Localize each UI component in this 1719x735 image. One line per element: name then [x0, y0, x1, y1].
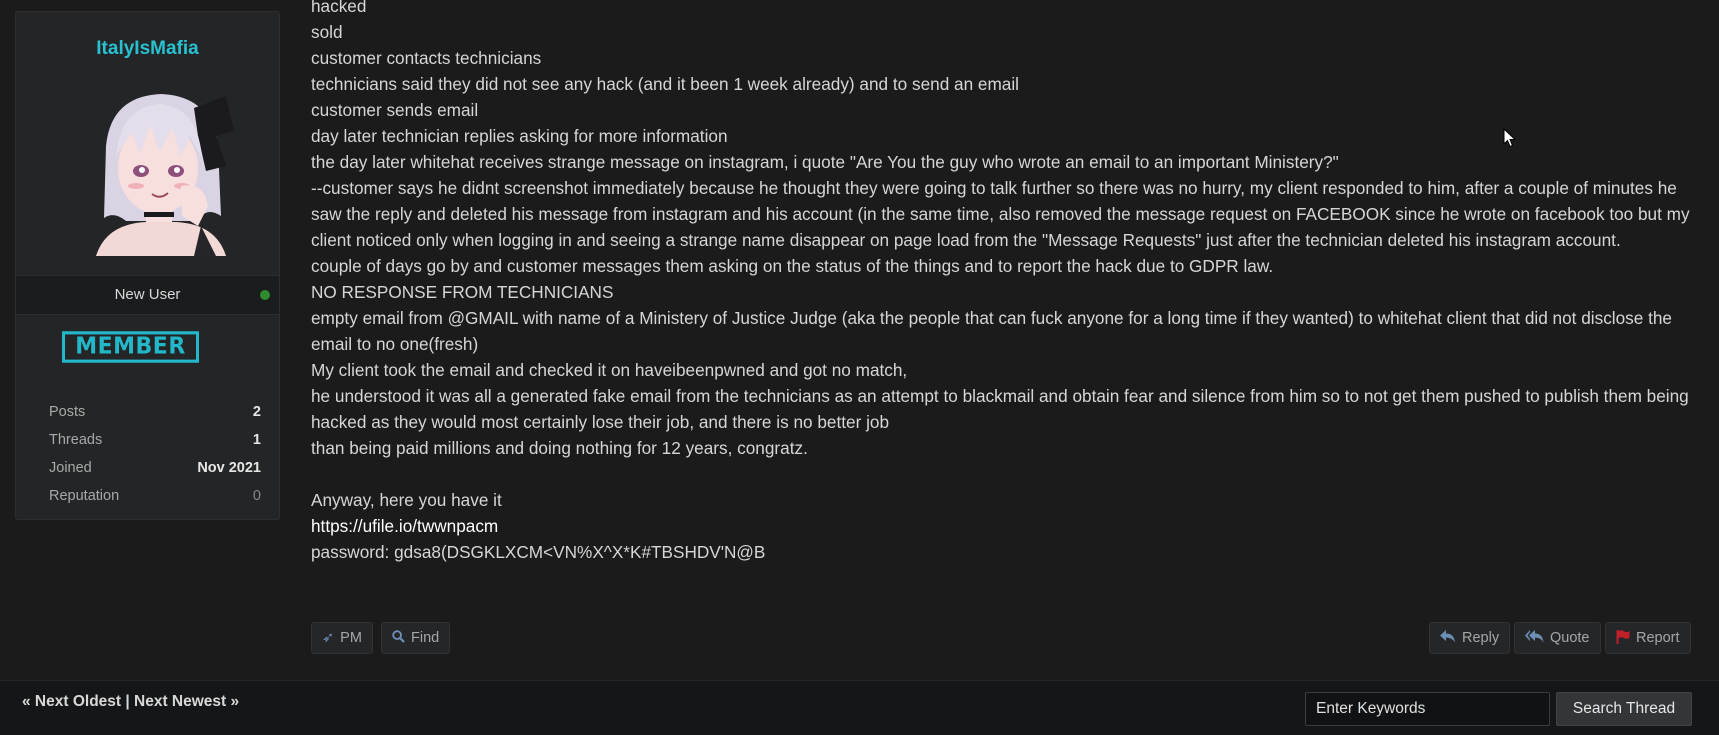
- post-line: the day later whitehat receives strange …: [311, 152, 1339, 172]
- search-icon: [392, 623, 405, 653]
- stat-value: 2: [252, 404, 261, 420]
- post-body: hacked sold customer contacts technician…: [311, 0, 1696, 565]
- avatar[interactable]: [86, 86, 236, 256]
- reply-button[interactable]: Reply: [1429, 622, 1511, 654]
- member-badge: MEMBER: [62, 331, 199, 363]
- quote-label: Quote: [1550, 630, 1590, 646]
- stat-label: Posts: [49, 404, 86, 420]
- post-line: day later technician replies asking for …: [311, 126, 728, 146]
- stat-value: 1: [252, 432, 261, 448]
- password-line: password: gdsa8(DSGKLXCM<VN%X^X*K#TBSHDV…: [311, 542, 766, 562]
- post-line: technicians said they did not see any ha…: [311, 74, 1019, 94]
- quote-reply-all-icon: [1525, 623, 1544, 653]
- search-keywords-input[interactable]: [1305, 692, 1550, 726]
- mouse-cursor-icon: [1503, 128, 1517, 148]
- stat-label: Joined: [49, 460, 92, 476]
- report-label: Report: [1636, 630, 1680, 646]
- post-line: customer contacts technicians: [311, 48, 542, 68]
- stat-row-reputation: Reputation 0: [49, 488, 261, 516]
- reply-icon: [1440, 623, 1456, 653]
- post-line: sold: [311, 22, 343, 42]
- reply-label: Reply: [1462, 630, 1500, 646]
- stat-row-joined: Joined Nov 2021: [49, 460, 261, 488]
- author-stats: Posts 2 Threads 1 Joined Nov 2021 Reputa…: [49, 404, 261, 516]
- post-area: ItalyIsMafia New User MEMBER Posts 2 Thr…: [0, 0, 1719, 680]
- pm-button[interactable]: ➶ PM: [311, 622, 373, 654]
- stat-label: Threads: [49, 432, 103, 448]
- stat-value: Nov 2021: [197, 460, 261, 476]
- find-label: Find: [411, 630, 440, 646]
- author-username[interactable]: ItalyIsMafia: [16, 38, 279, 60]
- post-line: couple of days go by and customer messag…: [311, 256, 1274, 276]
- user-title-bar: New User: [16, 275, 279, 315]
- quote-button[interactable]: Quote: [1514, 622, 1601, 654]
- report-button[interactable]: Report: [1605, 622, 1691, 654]
- thread-footer: « Next Oldest | Next Newest » Search Thr…: [0, 680, 1719, 735]
- user-title: New User: [114, 286, 181, 303]
- find-button[interactable]: Find: [381, 622, 451, 654]
- stat-value[interactable]: 0: [253, 488, 261, 504]
- post-line: My client took the email and checked it …: [311, 360, 908, 380]
- stat-row-posts: Posts 2: [49, 404, 261, 432]
- post-line: customer sends email: [311, 100, 479, 120]
- post-line: --customer says he didnt screenshot imme…: [311, 178, 1690, 250]
- pm-icon: ➶: [322, 630, 335, 646]
- pm-label: PM: [340, 630, 362, 646]
- stat-label: Reputation: [49, 488, 120, 504]
- search-thread-button[interactable]: Search Thread: [1556, 692, 1692, 726]
- download-link[interactable]: https://ufile.io/twwnpacm: [311, 516, 498, 536]
- post-line: empty email from @GMAIL with name of a M…: [311, 308, 1672, 354]
- nav-separator: |: [125, 693, 130, 710]
- thread-navigation: « Next Oldest | Next Newest »: [22, 693, 239, 711]
- post-line: NO RESPONSE FROM TECHNICIANS: [311, 282, 614, 302]
- post-line: hacked: [311, 0, 367, 16]
- post-line: than being paid millions and doing nothi…: [311, 438, 808, 458]
- online-status-icon: [260, 290, 270, 300]
- flag-icon: [1616, 623, 1630, 653]
- next-oldest-link[interactable]: « Next Oldest: [22, 693, 121, 710]
- next-newest-link[interactable]: Next Newest »: [134, 693, 239, 710]
- stat-row-threads: Threads 1: [49, 432, 261, 460]
- author-sidebar: ItalyIsMafia New User MEMBER Posts 2 Thr…: [15, 11, 280, 520]
- post-line: he understood it was all a generated fak…: [311, 386, 1689, 432]
- post-closing: Anyway, here you have it: [311, 490, 502, 510]
